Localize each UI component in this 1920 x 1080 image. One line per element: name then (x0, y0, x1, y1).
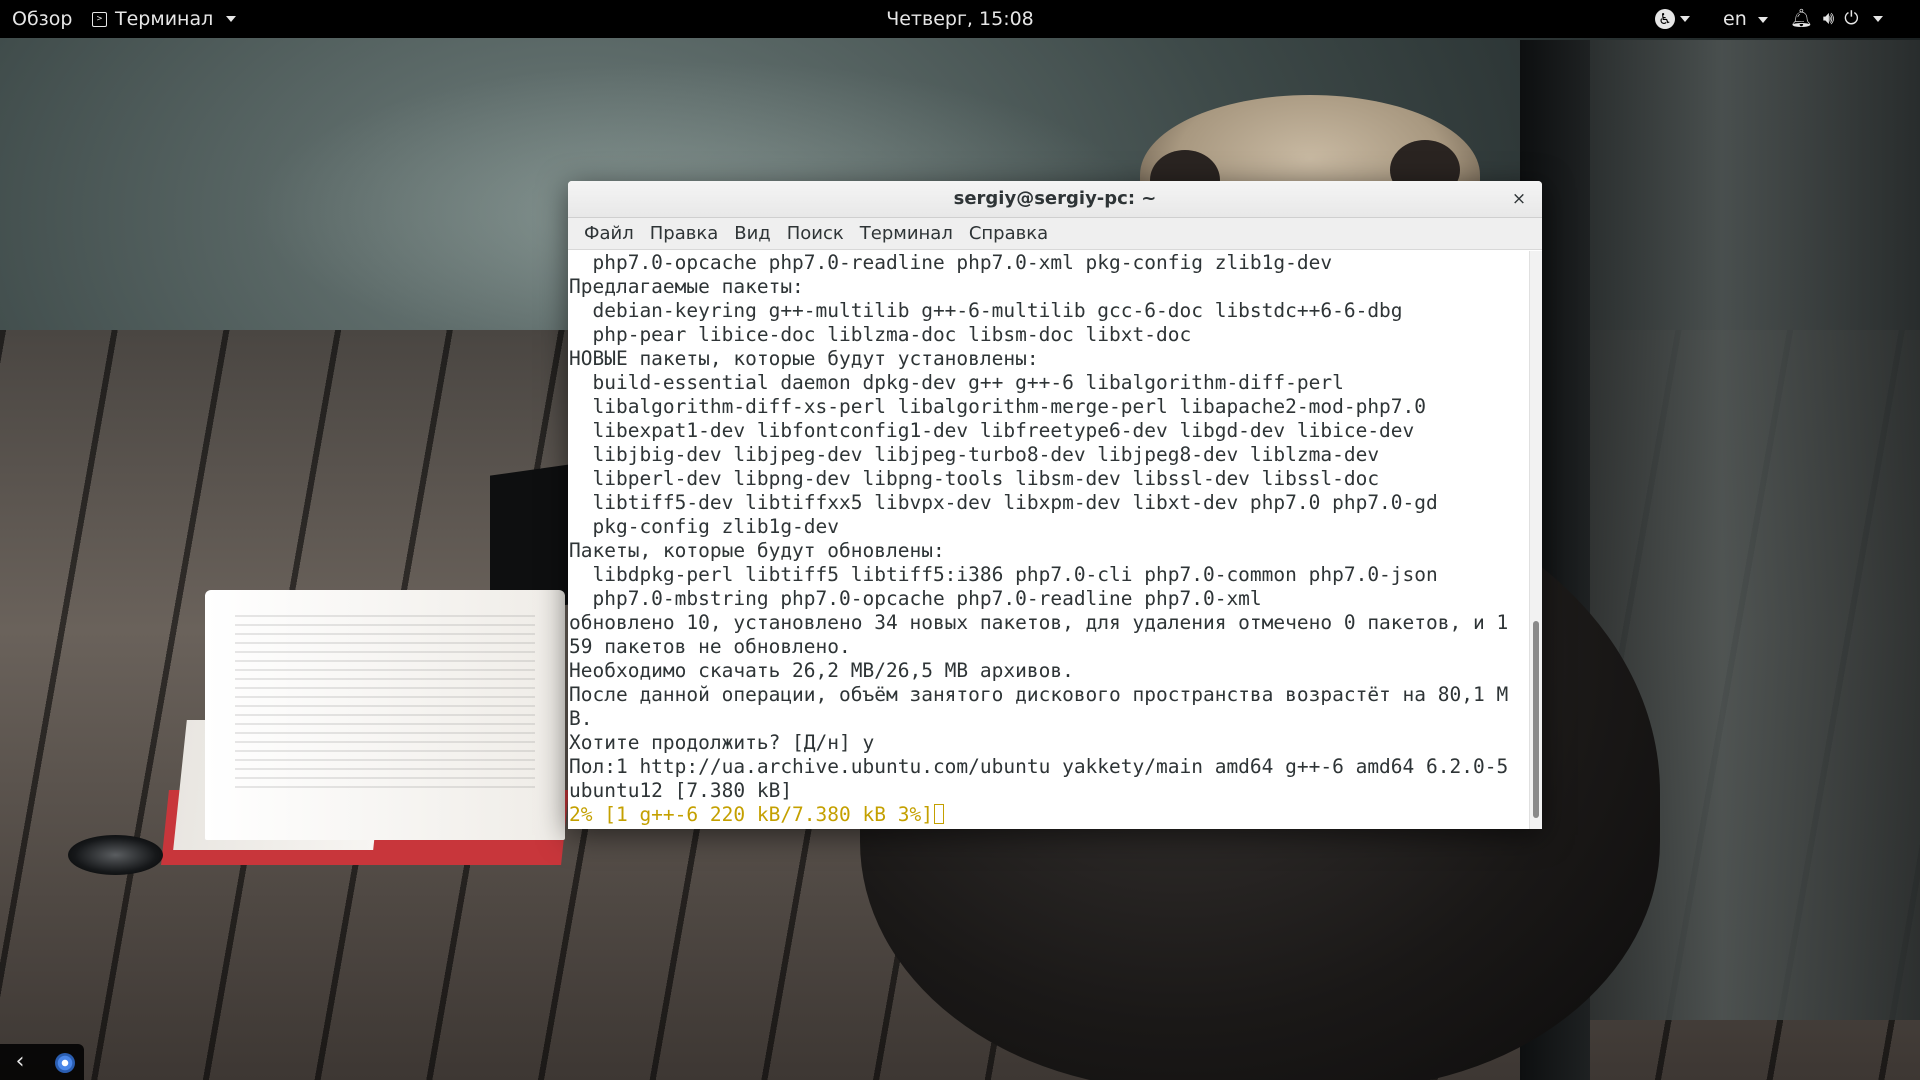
volume-icon: 🔊︎ (1822, 8, 1835, 29)
terminal-titlebar[interactable]: sergiy@sergiy-pc: ~ × (568, 181, 1542, 218)
chevron-down-icon (226, 16, 237, 22)
terminal-line: libalgorithm-diff-xs-perl libalgorithm-m… (569, 395, 1427, 418)
power-icon: ⏻ (1844, 8, 1859, 29)
menu-edit[interactable]: Правка (642, 218, 727, 250)
terminal-line: libdpkg-perl libtiff5 libtiff5:i386 php7… (569, 563, 1438, 586)
terminal-line: Предлагаемые пакеты: (569, 275, 804, 298)
close-button[interactable]: × (1508, 188, 1530, 210)
terminal-line: Хотите продолжить? [Д/н] y (569, 731, 875, 754)
terminal-menubar: Файл Правка Вид Поиск Терминал Справка (568, 218, 1542, 250)
chevron-down-icon (1873, 16, 1884, 22)
terminal-scrollbar[interactable] (1529, 251, 1542, 829)
app-menu-button[interactable]: > Терминал (92, 0, 237, 38)
keyboard-layout-menu[interactable]: en (1723, 0, 1768, 38)
app-menu-label: Терминал (115, 8, 214, 30)
terminal-line: php-pear libice-doc liblzma-doc libsm-do… (569, 323, 1192, 346)
terminal-window[interactable]: sergiy@sergiy-pc: ~ × Файл Правка Вид По… (568, 181, 1542, 829)
activities-button[interactable]: Обзор (12, 0, 72, 38)
wallpaper-book-text (235, 615, 535, 795)
notification-bell-icon: 🔔︎ (1790, 8, 1813, 29)
text-cursor (933, 804, 944, 824)
clock-button[interactable]: Четверг, 15:08 (886, 8, 1034, 30)
menu-help[interactable]: Справка (961, 218, 1056, 250)
scrollbar-thumb[interactable] (1533, 621, 1539, 818)
menu-terminal[interactable]: Терминал (852, 218, 961, 250)
keyboard-layout-label: en (1723, 8, 1747, 30)
terminal-line: 59 пакетов не обновлено. (569, 635, 851, 658)
accessibility-icon: ♿ (1655, 9, 1675, 29)
terminal-app-icon: > (92, 11, 107, 27)
download-progress-line: 2% [1 g++-6 220 kB/7.380 kB 3%] (568, 803, 1530, 827)
terminal-line: debian-keyring g++-multilib g++-6-multil… (569, 299, 1403, 322)
terminal-line: libjbig-dev libjpeg-dev libjpeg-turbo8-d… (569, 443, 1380, 466)
download-progress-text: 2% [1 g++-6 220 kB/7.380 kB 3%] (569, 803, 933, 826)
terminal-line: Необходимо скачать 26,2 MB/26,5 MB архив… (569, 659, 1074, 682)
chevron-down-icon (1680, 16, 1690, 22)
terminal-line: libperl-dev libpng-dev libpng-tools libs… (569, 467, 1380, 490)
terminal-line: build-essential daemon dpkg-dev g++ g++-… (569, 371, 1344, 394)
terminal-line: Пол:1 http://ua.archive.ubuntu.com/ubunt… (569, 755, 1509, 778)
terminal-line: B. (569, 707, 593, 730)
menu-view[interactable]: Вид (726, 218, 779, 250)
terminal-line: После данной операции, объём занятого ди… (569, 683, 1509, 706)
message-tray: ‹ (0, 1044, 84, 1080)
top-panel: Обзор > Терминал Четверг, 15:08 ♿ en 🔔︎ … (0, 0, 1920, 38)
terminal-line: ubuntu12 [7.380 kB] (569, 779, 793, 802)
terminal-line: php7.0-mbstring php7.0-opcache php7.0-re… (569, 587, 1262, 610)
terminal-title: sergiy@sergiy-pc: ~ (953, 188, 1157, 209)
terminal-output[interactable]: php7.0-opcache php7.0-readline php7.0-xm… (568, 251, 1530, 829)
terminal-line: php7.0-opcache php7.0-readline php7.0-xm… (569, 251, 1333, 274)
chrome-icon[interactable] (55, 1053, 75, 1073)
terminal-line: Пакеты, которые будут обновлены: (569, 539, 945, 562)
clock-container: Четверг, 15:08 (0, 0, 1920, 38)
chevron-down-icon (1757, 16, 1768, 23)
terminal-line: libtiff5-dev libtiffxx5 libvpx-dev libxp… (569, 491, 1438, 514)
terminal-line: libexpat1-dev libfontconfig1-dev libfree… (569, 419, 1415, 442)
menu-search[interactable]: Поиск (779, 218, 852, 250)
chevron-left-icon[interactable]: ‹ (10, 1051, 30, 1073)
wallpaper-lens-cap (68, 835, 163, 875)
menu-file[interactable]: Файл (576, 218, 642, 250)
accessibility-menu[interactable]: ♿ (1655, 0, 1690, 38)
terminal-line: НОВЫЕ пакеты, которые будут установлены: (569, 347, 1039, 370)
system-status-menu[interactable]: 🔔︎ 🔊︎ ⏻ (1790, 0, 1884, 38)
terminal-line: обновлено 10, установлено 34 новых пакет… (569, 611, 1509, 634)
terminal-line: pkg-config zlib1g-dev (569, 515, 840, 538)
